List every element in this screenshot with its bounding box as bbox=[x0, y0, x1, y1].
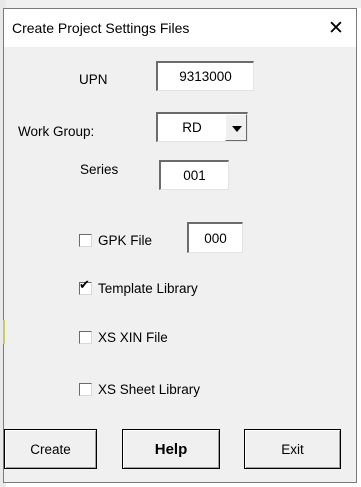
exit-button-label: Exit bbox=[281, 441, 304, 457]
gpk-file-checkbox[interactable] bbox=[79, 234, 92, 247]
help-button[interactable]: Help bbox=[122, 429, 220, 469]
chevron-down-icon bbox=[232, 126, 242, 132]
series-value: 001 bbox=[183, 168, 206, 183]
close-icon: ✕ bbox=[328, 17, 344, 39]
work-group-label: Work Group: bbox=[18, 124, 95, 139]
gpk-file-label[interactable]: GPK File bbox=[98, 233, 152, 248]
background-strip bbox=[0, 0, 361, 8]
title-bar[interactable]: Create Project Settings Files ✕ bbox=[4, 9, 356, 47]
xs-sheet-library-label[interactable]: XS Sheet Library bbox=[98, 382, 200, 397]
exit-button[interactable]: Exit bbox=[244, 429, 341, 469]
gpk-file-value: 000 bbox=[204, 230, 227, 246]
upn-label: UPN bbox=[79, 72, 108, 87]
background-accent bbox=[3, 320, 5, 344]
work-group-select[interactable]: RD bbox=[156, 112, 248, 142]
template-library-label[interactable]: Template Library bbox=[98, 281, 198, 296]
upn-input[interactable]: 9313000 bbox=[156, 61, 254, 91]
close-button[interactable]: ✕ bbox=[316, 9, 356, 47]
create-button[interactable]: Create bbox=[4, 429, 97, 469]
create-project-settings-dialog: Create Project Settings Files ✕ UPN 9313… bbox=[3, 8, 357, 483]
upn-value: 9313000 bbox=[179, 69, 232, 84]
xs-xin-file-checkbox[interactable] bbox=[79, 331, 92, 344]
template-library-checkbox[interactable]: ✔ bbox=[79, 278, 92, 295]
work-group-dropdown-button[interactable] bbox=[225, 114, 247, 141]
gpk-file-input[interactable]: 000 bbox=[187, 222, 243, 253]
create-button-label: Create bbox=[30, 441, 71, 457]
checkmark-icon: ✔ bbox=[79, 278, 90, 293]
window-title: Create Project Settings Files bbox=[12, 20, 190, 36]
work-group-value: RD bbox=[182, 120, 202, 135]
xs-xin-file-label[interactable]: XS XIN File bbox=[98, 330, 168, 345]
help-button-label: Help bbox=[154, 440, 188, 458]
series-label: Series bbox=[80, 162, 119, 177]
series-input[interactable]: 001 bbox=[159, 160, 229, 190]
xs-sheet-library-checkbox[interactable] bbox=[79, 383, 92, 396]
